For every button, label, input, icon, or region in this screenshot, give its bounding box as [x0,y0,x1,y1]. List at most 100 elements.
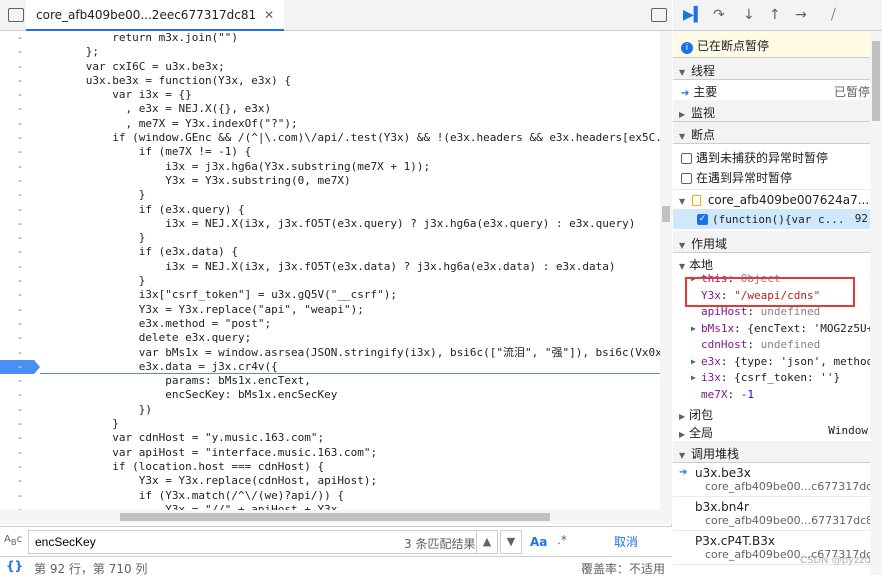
line-gutter[interactable]: - [0,288,40,302]
code-line[interactable]: - var bMs1x = window.asrsea(JSON.stringi… [0,346,660,360]
line-gutter[interactable]: - [0,231,40,245]
line-gutter[interactable]: - [0,31,40,45]
code-line[interactable]: - , me7X = Y3x.indexOf("?"); [0,117,660,131]
code-line[interactable]: - var cdnHost = "y.music.163.com"; [0,431,660,445]
replace-toggle-icon[interactable]: ABc [4,534,22,547]
line-gutter[interactable]: - [0,102,40,116]
code-line[interactable]: - i3x["csrf_token"] = u3x.gQ5V("__csrf")… [0,288,660,302]
vertical-scrollbar[interactable] [660,31,672,524]
line-gutter[interactable]: - [0,417,40,431]
line-gutter[interactable]: - [0,274,40,288]
code-editor[interactable]: - return m3x.join("") - }; - var cxI6C = u… [0,31,660,524]
section-breakpoints[interactable]: ▼ 断点 [673,122,882,144]
line-gutter[interactable]: - [0,446,40,460]
call-frame[interactable]: ➔ u3x.be3x core_afb409be00...c677317dc81 [673,463,882,497]
code-line[interactable]: - u3x.be3x = function(Y3x, e3x) { [0,74,660,88]
code-line[interactable]: - delete e3x.query; [0,331,660,345]
code-line[interactable]: - } [0,274,660,288]
scroll-thumb[interactable] [662,206,670,222]
breakpoint-entry[interactable]: ✓ (function(){var c... 92 [673,209,882,229]
code-line[interactable]: - if (window.GEnc && /(^|\.com)\/api/.te… [0,131,660,145]
line-gutter[interactable]: - [0,317,40,331]
scope-global[interactable]: ▶ 全局 Window [673,421,882,440]
step-over-icon[interactable]: ↷ [713,7,725,23]
line-gutter[interactable]: - [0,460,40,474]
code-line[interactable]: - Y3x = Y3x.substring(0, me7X) [0,174,660,188]
pretty-print-icon[interactable]: {} [6,559,23,573]
code-line[interactable]: - params: bMs1x.encText, [0,374,660,388]
code-line[interactable]: - if (me7X != -1) { [0,145,660,159]
close-tab-icon[interactable]: ✕ [264,8,274,22]
code-line[interactable]: - } [0,188,660,202]
line-gutter[interactable]: - [0,260,40,274]
pause-caught-option[interactable]: 在遇到异常时暂停 [673,166,882,186]
code-line[interactable]: - if (Y3x.match(/^\/(we)?api/)) { [0,489,660,503]
code-line[interactable]: - if (location.host === cdnHost) { [0,460,660,474]
scroll-thumb[interactable] [872,41,880,121]
line-gutter[interactable]: - [0,74,40,88]
code-line[interactable]: - return m3x.join("") [0,31,660,45]
code-line[interactable]: - } [0,231,660,245]
code-line[interactable]: - encSecKey: bMs1x.encSecKey [0,388,660,402]
checkbox[interactable] [681,173,692,184]
code-line[interactable]: - i3x = j3x.hg6a(Y3x.substring(me7X + 1)… [0,160,660,174]
line-gutter[interactable]: - [0,359,40,375]
code-line[interactable]: - var i3x = {} [0,88,660,102]
resume-icon[interactable]: ▶▍ [683,7,705,23]
line-gutter[interactable]: - [0,388,40,402]
pause-uncaught-option[interactable]: 遇到未捕获的异常时暂停 [673,146,882,166]
line-gutter[interactable]: - [0,131,40,145]
code-line[interactable]: - } [0,417,660,431]
code-line[interactable]: - }) [0,403,660,417]
scope-variable[interactable]: ▶ i3x: {csrf_token: ''} [673,370,882,387]
line-gutter[interactable]: - [0,489,40,503]
line-gutter[interactable]: - [0,431,40,445]
line-gutter[interactable]: - [0,145,40,159]
line-gutter[interactable]: - [0,217,40,231]
horizontal-scrollbar[interactable] [0,510,660,524]
step-out-icon[interactable]: ↑ [769,7,781,23]
section-threads[interactable]: ▼ 线程 [673,58,882,80]
scope-local[interactable]: ▼ 本地 [673,253,882,272]
deactivate-breakpoints-icon[interactable]: ⧸ [831,7,836,23]
section-scope[interactable]: ▼ 作用域 [673,231,882,253]
scope-variable[interactable]: ▶ e3x: {type: 'json', method: [673,354,882,371]
line-gutter[interactable]: - [0,174,40,188]
line-gutter[interactable]: - [0,374,40,388]
code-line[interactable]: - var apiHost = "interface.music.163.com… [0,446,660,460]
cancel-search-button[interactable]: 取消 [580,530,672,554]
code-line[interactable]: - Y3x = Y3x.replace("api", "weapi"); [0,303,660,317]
line-gutter[interactable]: - [0,117,40,131]
code-line[interactable]: - e3x.method = "post"; [0,317,660,331]
search-up-button[interactable]: ▲ [476,530,498,554]
call-frame[interactable]: b3x.bn4r core_afb409be00...677317dc81: [673,497,882,531]
code-line[interactable]: - Y3x = Y3x.replace(cdnHost, apiHost); [0,474,660,488]
thread-main[interactable]: ➔ 主要 已暂停 [673,80,882,100]
toggle-navigator-icon[interactable] [8,8,24,22]
toggle-debugger-icon[interactable] [651,8,667,22]
search-down-button[interactable]: ▼ [500,530,522,554]
breakpoint-file[interactable]: ▼ core_afb409be007624a7... [673,189,882,209]
line-gutter[interactable]: - [0,474,40,488]
code-line[interactable]: - if (e3x.query) { [0,203,660,217]
sidebar-scrollbar[interactable] [870,31,882,575]
section-call-stack[interactable]: ▼ 调用堆栈 [673,441,882,463]
code-line[interactable]: - if (e3x.data) { [0,245,660,259]
line-gutter[interactable]: - [0,303,40,317]
line-gutter[interactable]: - [0,160,40,174]
breakpoint-line[interactable]: - e3x.data = j3x.cr4v({ [0,359,660,375]
match-case-button[interactable]: Aa [530,535,547,549]
step-into-icon[interactable]: ↓ [743,7,755,23]
checkbox[interactable] [681,153,692,164]
code-line[interactable]: - }; [0,45,660,59]
scope-variable[interactable]: cdnHost: undefined [673,337,882,354]
line-gutter[interactable]: - [0,188,40,202]
line-gutter[interactable]: - [0,203,40,217]
line-gutter[interactable]: - [0,60,40,74]
scroll-thumb[interactable] [120,513,550,521]
line-gutter[interactable]: - [0,245,40,259]
line-gutter[interactable]: - [0,346,40,360]
step-icon[interactable]: → [795,7,807,23]
line-gutter[interactable]: - [0,45,40,59]
code-line[interactable]: - var cxI6C = u3x.be3x; [0,60,660,74]
